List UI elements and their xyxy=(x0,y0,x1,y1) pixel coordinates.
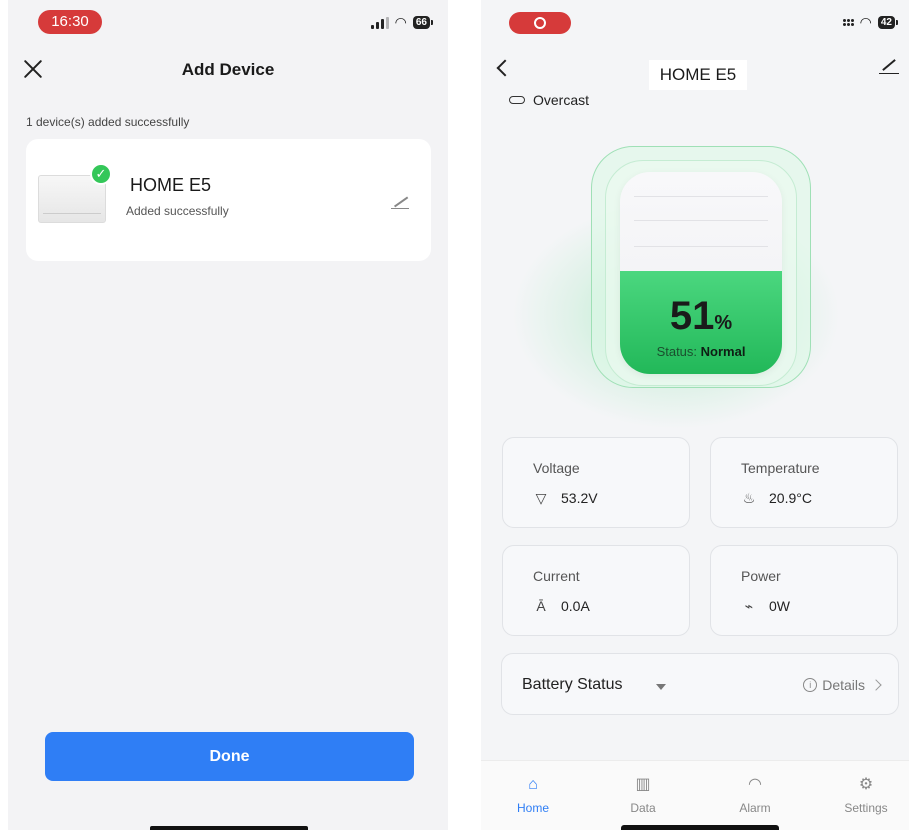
signal-icon xyxy=(370,16,389,29)
gear-icon: ⚙ xyxy=(858,776,874,793)
device-card[interactable]: ✓ HOME E5 Added successfully xyxy=(26,139,431,261)
power-icon: ⌁ xyxy=(744,598,754,614)
tab-data[interactable]: ▥ Data xyxy=(603,775,683,815)
tab-settings[interactable]: ⚙ Settings xyxy=(826,775,906,815)
check-icon: ✓ xyxy=(90,163,112,185)
done-button[interactable]: Done xyxy=(45,732,414,781)
home-icon: ⌂ xyxy=(528,776,538,793)
add-device-screen: 16:30 ◠ 66 Add Device 1 device(s) added … xyxy=(8,0,448,830)
battery-icon: 42 xyxy=(877,16,899,29)
screen-record-icon xyxy=(509,12,571,34)
battery-gauge: 51% Status: Normal xyxy=(620,172,782,374)
metric-current: Current Ā 0.0A xyxy=(502,545,690,636)
metric-voltage: Voltage ▽ 53.2V xyxy=(502,437,690,528)
battery-health: Status: Normal xyxy=(656,344,746,359)
battery-status-row[interactable]: Battery Status i Details xyxy=(501,653,899,715)
edit-icon[interactable] xyxy=(391,193,409,211)
info-icon: i xyxy=(803,678,818,692)
device-home-screen: ◠ 42 HOME E5 Overcast 51% Status: Normal… xyxy=(481,0,909,830)
success-note: 1 device(s) added successfully xyxy=(26,115,190,129)
back-icon[interactable] xyxy=(496,59,514,77)
device-title: HOME E5 xyxy=(649,60,747,90)
home-indicator xyxy=(621,825,779,830)
status-bar: 16:30 ◠ 66 xyxy=(8,10,448,36)
device-status: Added successfully xyxy=(126,204,229,218)
chevron-right-icon xyxy=(870,679,882,691)
charge-percent: 51% xyxy=(669,294,733,338)
weather-label: Overcast xyxy=(533,92,590,108)
cloud-icon xyxy=(509,96,525,104)
battery-status-label: Battery Status xyxy=(522,676,623,693)
edit-icon[interactable] xyxy=(879,58,899,76)
page-title: Add Device xyxy=(181,60,275,79)
thermometer-icon: ♨ xyxy=(742,490,756,506)
wifi-icon: ◠ xyxy=(394,14,407,30)
battery-icon: 66 xyxy=(412,16,434,29)
wifi-icon: ◠ xyxy=(859,14,872,30)
nav-bar: Add Device xyxy=(8,56,448,86)
bell-icon: ◠ xyxy=(748,776,762,793)
tab-alarm[interactable]: ◠ Alarm xyxy=(715,775,795,815)
home-indicator xyxy=(150,826,308,830)
details-link[interactable]: i Details xyxy=(803,677,882,693)
caret-down-icon[interactable] xyxy=(656,684,666,690)
device-name: HOME E5 xyxy=(130,175,212,195)
metric-power: Power ⌁ 0W xyxy=(710,545,898,636)
status-time: 16:30 xyxy=(38,10,102,34)
signal-icon xyxy=(842,19,854,26)
current-icon: Ā xyxy=(536,598,546,614)
voltage-icon: ▽ xyxy=(535,490,547,506)
weather: Overcast xyxy=(509,92,589,108)
tab-bar: ⌂ Home ▥ Data ◠ Alarm ⚙ Settings xyxy=(481,760,909,830)
metric-temperature: Temperature ♨ 20.9°C xyxy=(710,437,898,528)
tab-home[interactable]: ⌂ Home xyxy=(493,775,573,815)
chart-icon: ▥ xyxy=(635,776,651,793)
